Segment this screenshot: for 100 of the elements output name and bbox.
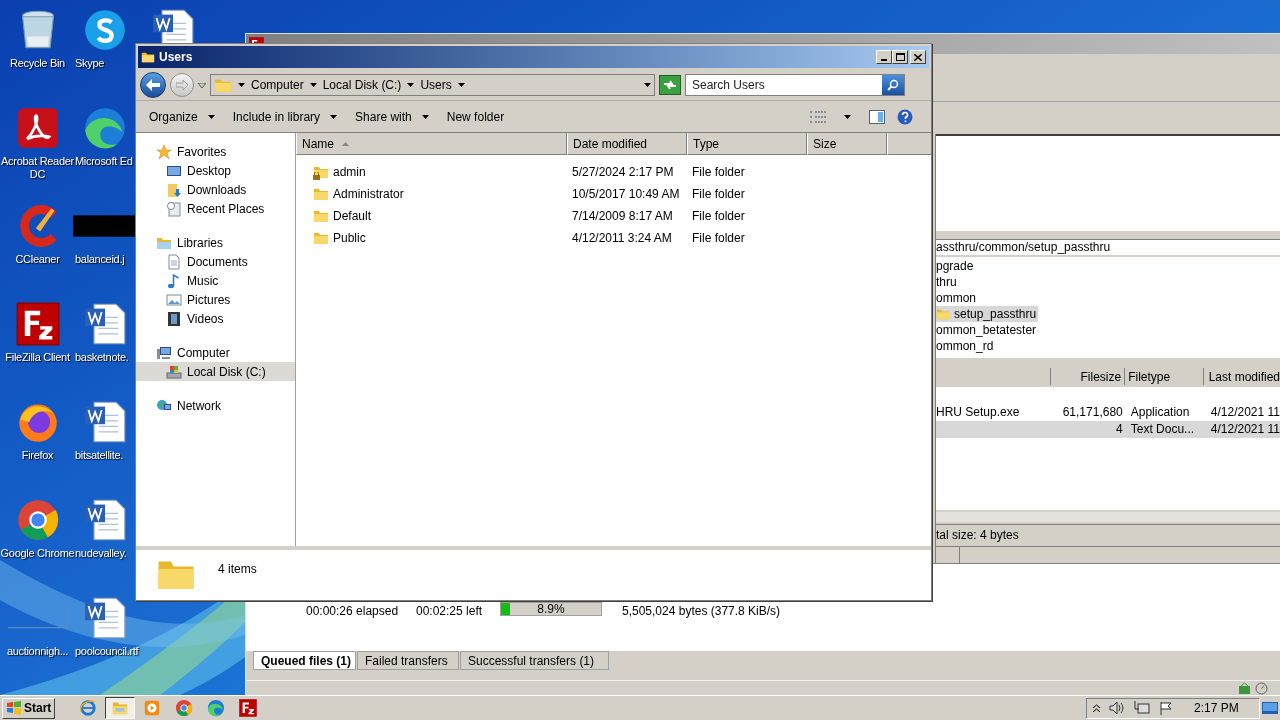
nav-pane-item[interactable]: Downloads [136, 180, 295, 199]
breadcrumb-caret-icon [309, 83, 317, 87]
nav-pane-item[interactable]: Libraries [136, 233, 295, 252]
clock[interactable]: 2:17 PM [1194, 699, 1239, 717]
word-document-icon [83, 596, 127, 640]
queue-tab[interactable]: Successful transfers (1) [460, 651, 609, 670]
nav-pane-item[interactable]: Local Disk (C:) [136, 362, 295, 381]
column-header[interactable]: Type [687, 133, 807, 155]
date-modified: 4/12/2011 3:24 AM [571, 230, 673, 247]
music-note-icon [166, 272, 182, 289]
column-header[interactable]: Name [296, 133, 567, 155]
speaker-icon[interactable] [1109, 701, 1125, 715]
toolbar-button[interactable]: New folder [437, 104, 514, 129]
time-left: 00:02:25 left [416, 603, 484, 620]
tree-item[interactable]: thru [936, 274, 959, 291]
desktop-icon-label[interactable]: Skype [75, 57, 105, 70]
nav-pane-item[interactable]: Videos [136, 309, 295, 328]
close-button[interactable] [910, 50, 926, 64]
desktop-icon-label[interactable]: balanceid.j [75, 253, 125, 266]
desktop-icon-label[interactable]: Firefox [21, 449, 54, 462]
desktop-icon-label[interactable]: auctionnigh... [6, 645, 69, 658]
breadcrumb-item[interactable]: Computer [251, 76, 304, 94]
windows-logo-icon [6, 701, 22, 715]
nav-pane-item[interactable]: Favorites [136, 142, 295, 161]
tree-item[interactable]: ommon_betatester [936, 322, 1039, 339]
desktop-icon-label[interactable]: basketnote. [75, 351, 129, 364]
queue-tab[interactable]: Failed transfers [357, 651, 459, 670]
desktop-icon-label[interactable]: Microsoft Ed [75, 155, 133, 168]
column-header[interactable]: Last modified [1203, 367, 1280, 385]
nav-pane-item[interactable]: Computer [136, 343, 295, 362]
desktop-icon-label[interactable]: bitsatellite. [75, 449, 124, 462]
desktop-icon-label[interactable]: poolcouncil.rtf [75, 645, 139, 658]
file-type: File folder [691, 208, 746, 225]
breadcrumb-item[interactable]: Local Disk (C:) [322, 76, 402, 94]
padlock-icon [313, 172, 320, 180]
back-arrow-icon [146, 79, 160, 91]
refresh-button[interactable] [659, 75, 681, 95]
search-button[interactable] [882, 75, 904, 95]
nav-pane-item[interactable]: Pictures [136, 290, 295, 309]
column-header[interactable]: Filesize [1050, 367, 1126, 385]
tree-item[interactable]: pgrade [936, 258, 976, 275]
breadcrumb-item[interactable]: Users [420, 76, 452, 94]
filezilla-logo-icon [239, 699, 258, 717]
edge-logo-icon [83, 106, 127, 150]
tree-item[interactable]: setup_passthru [936, 306, 1039, 323]
filezilla-logo-icon [15, 302, 60, 346]
minimize-icon [881, 59, 887, 61]
file-row[interactable]: admin 5/27/2024 2:17 PM File folder [296, 161, 931, 183]
file-row[interactable]: 4 Text Docu... 4/12/2021 11 [936, 420, 1280, 438]
chrome-logo-icon [175, 699, 194, 717]
show-hidden-icons-icon[interactable] [1093, 704, 1100, 712]
file-row[interactable]: Administrator 10/5/2017 10:49 AM File folder [296, 183, 931, 205]
column-header[interactable]: Size [807, 133, 887, 155]
start-button[interactable]: Start [2, 697, 56, 719]
nav-pane-item[interactable]: Music [136, 271, 295, 290]
landscape-photo-icon [166, 291, 182, 308]
pdf-app-icon [15, 106, 60, 150]
toolbar-button[interactable]: Organize [140, 104, 224, 129]
desktop-icon-label[interactable]: FileZilla Client [5, 351, 70, 364]
caret-icon [207, 114, 215, 119]
tree-item[interactable]: ommon_rd [936, 338, 996, 355]
speed-gauge-icon [1255, 681, 1268, 695]
desktop-icon-label[interactable]: Acrobat Reader DC [0, 155, 75, 181]
desktop-icon-label[interactable]: Recycle Bin [10, 57, 65, 70]
back-button[interactable] [140, 72, 166, 98]
search-field[interactable]: Search Users [685, 74, 905, 96]
flag-icon[interactable] [1159, 701, 1173, 715]
lock-status-icon [1238, 681, 1251, 695]
nav-pane-item[interactable]: Recent Places [136, 199, 295, 218]
preview-pane-icon [869, 109, 885, 124]
file-name: Administrator [333, 186, 404, 203]
taskbar-app-button[interactable] [105, 697, 136, 719]
address-bar[interactable]: Computer Local Disk (C:) Users [210, 74, 655, 96]
nav-pane-item[interactable]: Documents [136, 252, 295, 271]
file-name: admin [333, 164, 366, 181]
file-row[interactable]: Public 4/12/2011 3:24 AM File folder [296, 227, 931, 249]
network-icon[interactable] [1134, 701, 1150, 715]
breadcrumb-caret-icon [238, 83, 245, 87]
remote-path-field[interactable]: assthru/common/setup_passthru [936, 238, 1280, 256]
column-header[interactable]: Date modified [567, 133, 687, 155]
history-caret-icon [198, 82, 206, 88]
nav-pane-item[interactable]: Network [136, 396, 295, 415]
search-input[interactable]: Search Users [686, 76, 882, 94]
toolbar-button[interactable]: Share with [346, 104, 438, 129]
file-type: File folder [691, 186, 746, 203]
column-header[interactable]: Filetype [1125, 367, 1204, 385]
desktop-icon-label[interactable]: CCleaner [15, 253, 60, 266]
maximize-button[interactable] [892, 50, 908, 64]
file-row[interactable]: Default 7/14/2009 8:17 AM File folder [296, 205, 931, 227]
file-row[interactable]: HRU Setup.exe 61,171,680 Application 4/12/2021 11 [936, 403, 1280, 421]
tree-item[interactable]: ommon [936, 290, 978, 307]
show-desktop-icon[interactable] [1262, 701, 1278, 715]
toolbar-button[interactable]: Include in library [223, 104, 347, 129]
breadcrumb-caret-icon [457, 83, 465, 87]
nav-pane-item[interactable]: Desktop [136, 161, 295, 180]
file-name: Public [333, 230, 366, 247]
minimize-button[interactable] [876, 50, 892, 64]
queue-tab[interactable]: Queued files (1) [253, 651, 356, 670]
desktop-icon-label[interactable]: Google Chrome [0, 547, 75, 560]
desktop-icon-label[interactable]: nudevalley. [75, 547, 127, 560]
